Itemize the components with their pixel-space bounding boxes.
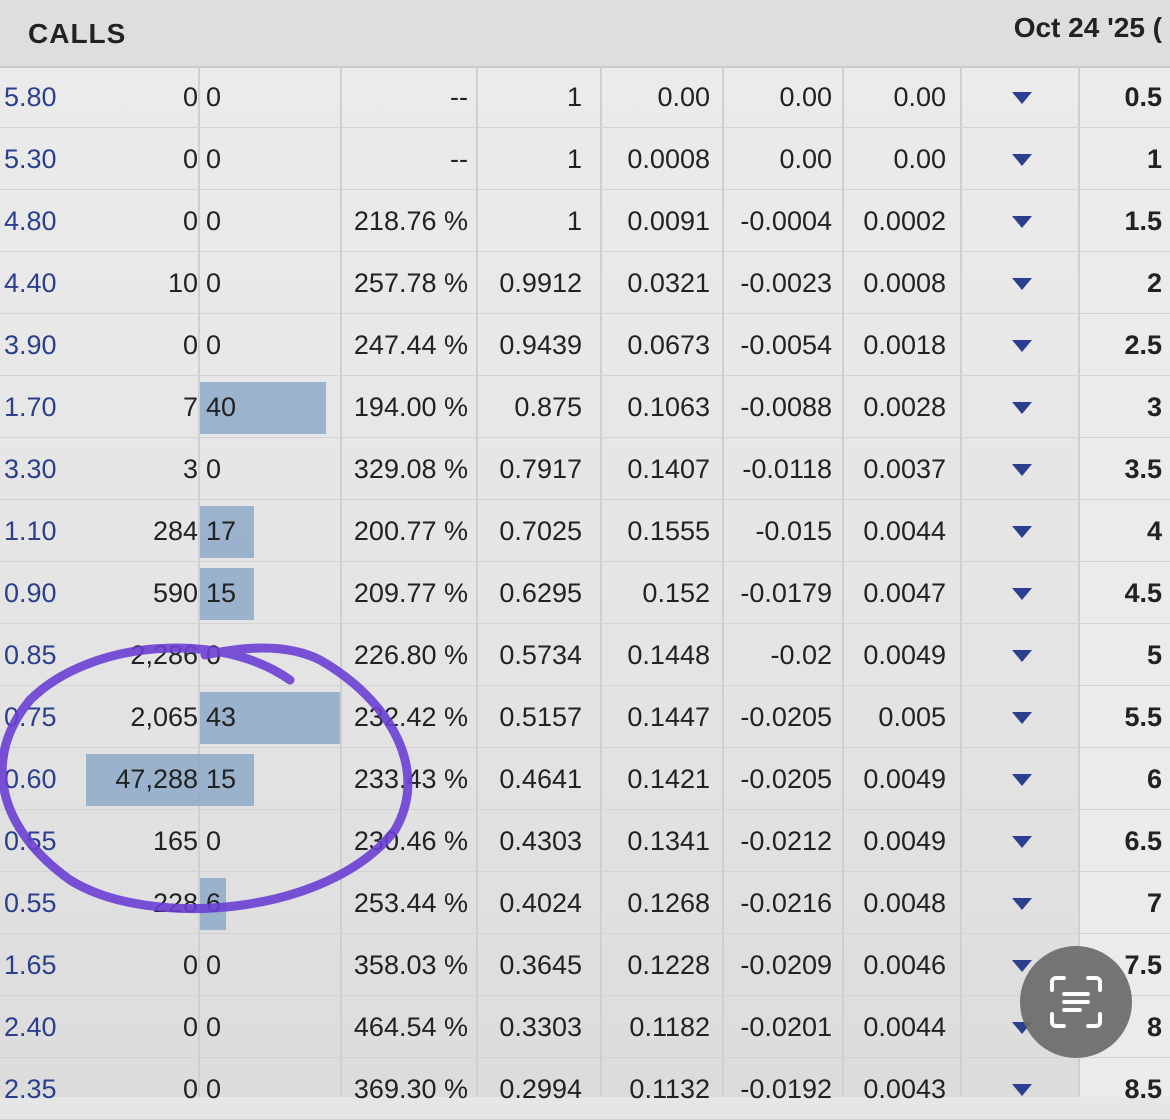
hand-drawn-circle-annotation <box>0 643 413 913</box>
options-chain-screen: CALLS Oct 24 '25 ( 5.80 0 0 -- 1 0.00 0.00 0.00… <box>0 0 1170 1120</box>
text-scan-icon <box>1050 976 1102 1028</box>
lens-button[interactable] <box>1020 946 1132 1058</box>
